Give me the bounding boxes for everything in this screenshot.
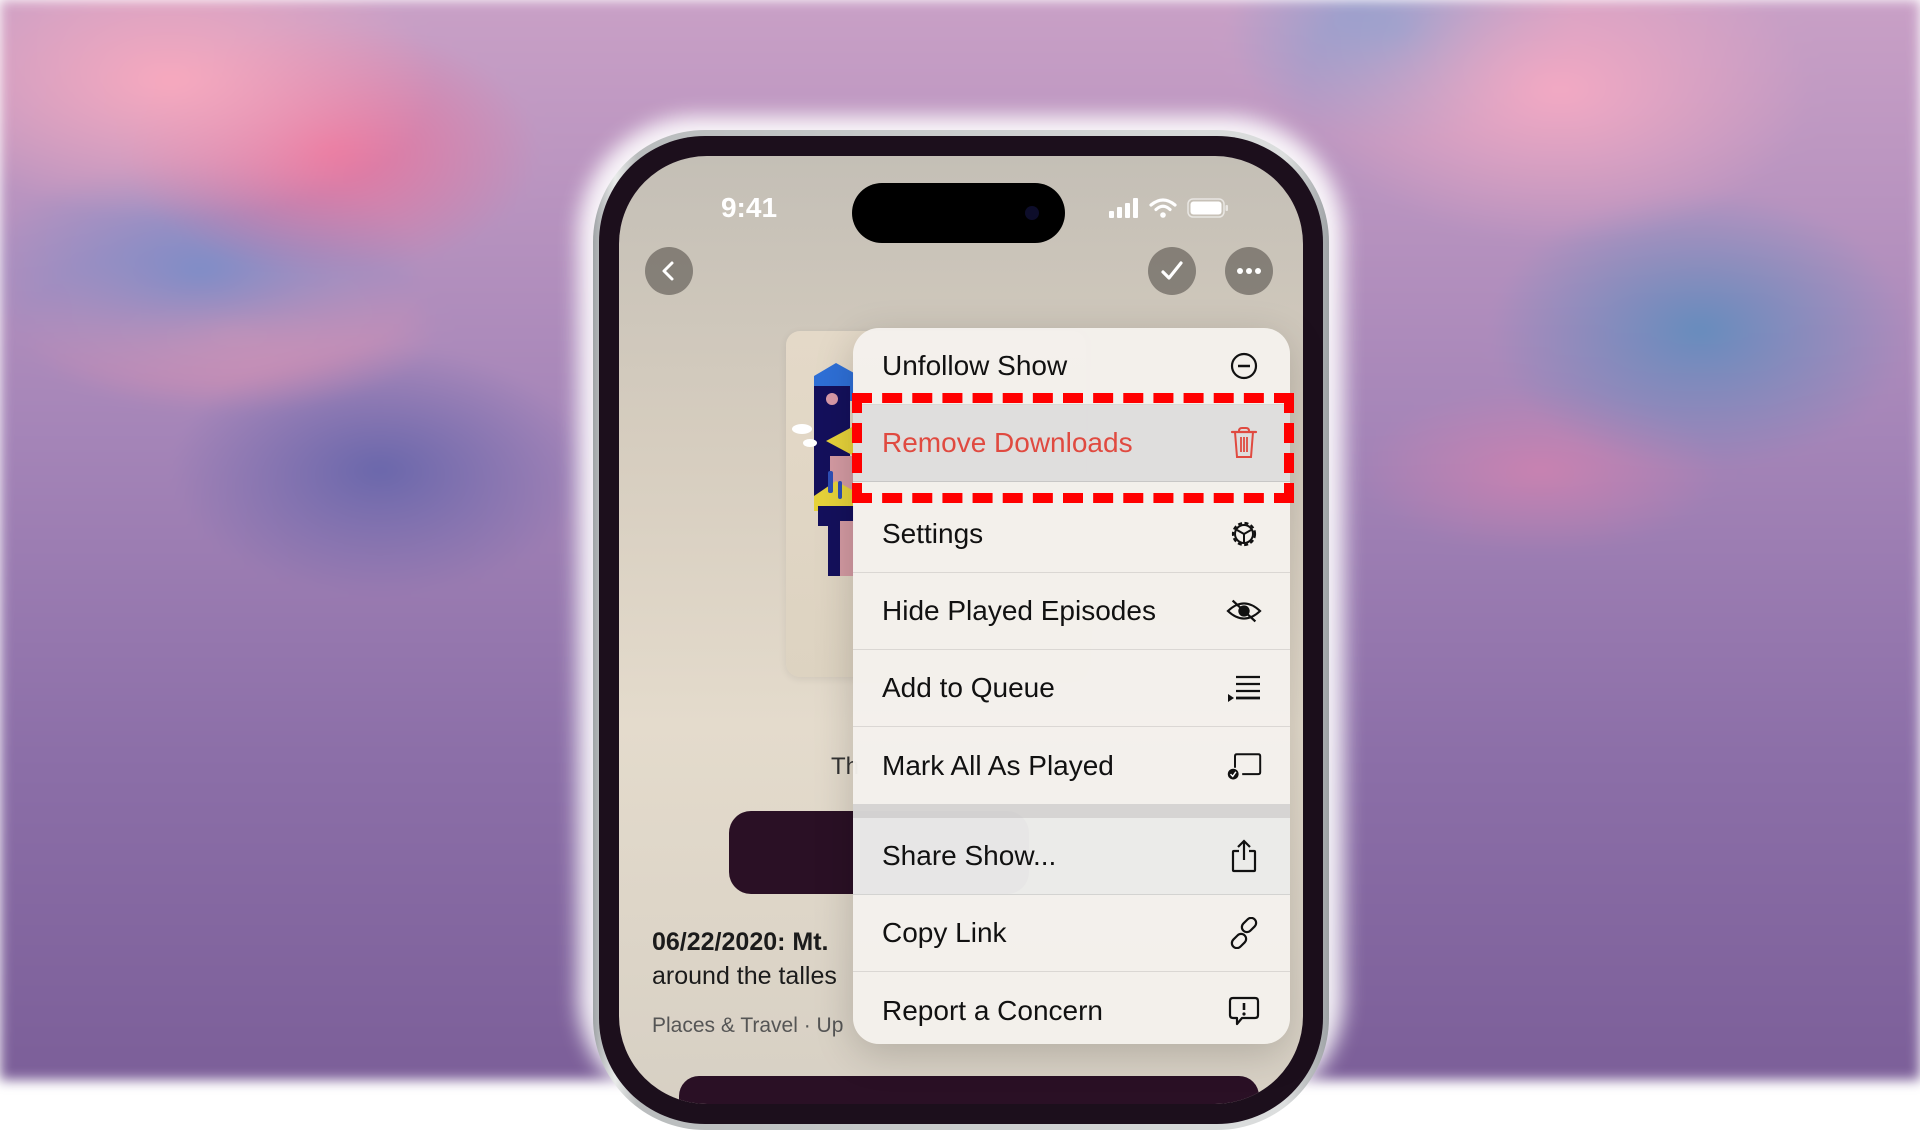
- chevron-left-icon: [662, 261, 674, 281]
- menu-item-report-a-concern[interactable]: Report a Concern: [853, 972, 1290, 1044]
- cellular-signal-icon: [1109, 198, 1138, 218]
- menu-item-label: Unfollow Show: [882, 350, 1068, 381]
- status-icons: [1109, 198, 1229, 218]
- menu-item-label: Hide Played Episodes: [882, 595, 1156, 626]
- trash-icon: [1226, 425, 1262, 461]
- menu-item-label: Copy Link: [882, 917, 1007, 948]
- menu-item-label: Share Show...: [882, 840, 1057, 871]
- done-check-button[interactable]: [1148, 247, 1196, 295]
- dynamic-island: [852, 183, 1065, 243]
- menu-item-label: Settings: [882, 518, 984, 549]
- more-options-button[interactable]: [1225, 247, 1273, 295]
- menu-item-add-to-queue[interactable]: Add to Queue: [853, 650, 1290, 727]
- menu-item-label: Mark All As Played: [882, 749, 1114, 781]
- battery-icon: [1187, 198, 1228, 218]
- eye-slash-icon: [1226, 593, 1262, 629]
- ellipsis-icon: [1237, 268, 1261, 274]
- menu-item-hide-played-episodes[interactable]: Hide Played Episodes: [853, 573, 1290, 650]
- context-menu: Unfollow Show Remove Downloads Settings …: [853, 328, 1290, 1044]
- menu-item-label: Add to Queue: [882, 672, 1055, 703]
- episode-play-bar[interactable]: [679, 1076, 1259, 1104]
- menu-group-separator: [853, 804, 1290, 818]
- menu-item-settings[interactable]: Settings: [853, 482, 1290, 573]
- minus-circle-icon: [1226, 348, 1262, 384]
- link-icon: [1226, 915, 1262, 951]
- menu-item-unfollow-show[interactable]: Unfollow Show: [853, 328, 1290, 405]
- menu-item-label: Report a Concern: [882, 994, 1104, 1026]
- episode-meta: Places & Travel · Up: [652, 1014, 844, 1037]
- status-time: 9:41: [720, 192, 778, 223]
- menu-item-share-show[interactable]: Share Show...: [853, 818, 1290, 895]
- menu-item-copy-link[interactable]: Copy Link: [853, 895, 1290, 972]
- menu-item-remove-downloads[interactable]: Remove Downloads: [853, 405, 1290, 482]
- report-bubble-icon: [1226, 993, 1262, 1029]
- episode-title[interactable]: 06/22/2020: Mt.: [652, 928, 829, 957]
- menu-item-label: Remove Downloads: [882, 427, 1133, 458]
- share-icon: [1226, 838, 1262, 874]
- back-button[interactable]: [645, 247, 693, 295]
- menu-item-mark-all-as-played[interactable]: Mark All As Played: [853, 727, 1290, 804]
- checkmark-icon: [1161, 261, 1183, 280]
- wifi-icon: [1149, 198, 1177, 218]
- gear-icon: [1226, 516, 1262, 552]
- front-camera: [1025, 206, 1039, 220]
- mark-played-icon: [1226, 748, 1262, 784]
- episode-description: around the talles: [652, 962, 837, 990]
- queue-list-icon: [1226, 670, 1262, 706]
